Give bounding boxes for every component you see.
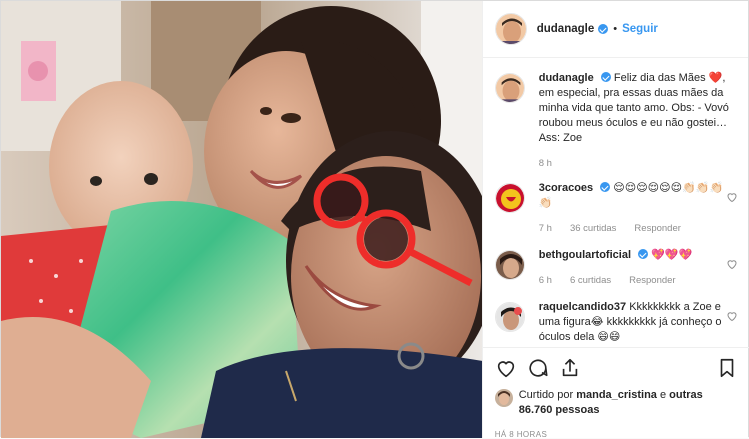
comment-item: raquelcandido37 Kkkkkkkkk a Zoe e uma fi… bbox=[494, 300, 738, 345]
separator-dot: • bbox=[613, 23, 618, 35]
action-icons bbox=[483, 348, 749, 388]
caption-username[interactable]: dudanagle bbox=[539, 72, 594, 84]
author-avatar[interactable] bbox=[494, 13, 527, 45]
commenter-avatar[interactable] bbox=[494, 183, 525, 213]
comment-likes[interactable]: 36 curtidas bbox=[570, 221, 616, 236]
heart-emoji: ❤️ bbox=[708, 72, 723, 84]
author-avatar[interactable] bbox=[494, 73, 525, 103]
heart-icon[interactable] bbox=[726, 191, 738, 203]
author-username[interactable]: dudanagle bbox=[537, 23, 595, 35]
heart-icon[interactable] bbox=[495, 357, 517, 379]
share-icon[interactable] bbox=[559, 357, 581, 379]
verified-badge-icon bbox=[638, 249, 649, 259]
bookmark-icon[interactable] bbox=[716, 357, 738, 379]
comment-time: 7 h bbox=[538, 223, 552, 234]
commenter-avatar[interactable] bbox=[494, 250, 525, 280]
post-sidebar: dudanagle • Seguir dudanagle Feliz dia d… bbox=[481, 1, 749, 439]
comment-item: bethgoulartoficial 💖💖💖 6 h 6 curtidas Re… bbox=[494, 248, 738, 288]
post-actions: Curtido por manda_cristina e outras 86.7… bbox=[482, 347, 749, 439]
comments-list[interactable]: dudanagle Feliz dia das Mães ❤️, em espe… bbox=[483, 59, 749, 347]
caption-time: 8 h bbox=[538, 158, 552, 169]
comment-username[interactable]: bethgoulartoficial bbox=[539, 249, 631, 261]
comment-username[interactable]: raquelcandido37 bbox=[539, 301, 626, 313]
likes-summary: Curtido por manda_cristina e outras 86.7… bbox=[483, 388, 749, 418]
heart-icon[interactable] bbox=[726, 258, 738, 270]
follow-button[interactable]: Seguir bbox=[622, 23, 658, 35]
likes-suffix: e bbox=[659, 389, 667, 401]
comment-icon[interactable] bbox=[527, 357, 549, 379]
comment-username[interactable]: 3coracoes bbox=[539, 182, 593, 194]
reply-button[interactable]: Responder bbox=[629, 273, 675, 288]
verified-badge-icon bbox=[600, 72, 611, 82]
comment-text: 💖💖💖 bbox=[651, 249, 693, 261]
caption: dudanagle Feliz dia das Mães ❤️, em espe… bbox=[494, 71, 738, 171]
post-photo[interactable] bbox=[1, 1, 482, 438]
liker-username[interactable]: manda_cristina bbox=[576, 389, 657, 401]
comment-time: 6 h bbox=[538, 275, 552, 286]
caption-text: Feliz dia das Mães bbox=[613, 72, 706, 84]
liker-avatar[interactable] bbox=[494, 389, 513, 407]
heart-icon[interactable] bbox=[726, 310, 738, 322]
post-timestamp[interactable]: HÁ 8 HORAS bbox=[483, 418, 749, 439]
instagram-post: dudanagle • Seguir dudanagle Feliz dia d… bbox=[0, 0, 749, 439]
comment-item: 3coracoes 😌😌😌😌😌😌👏🏻👏🏻👏🏻👏🏻 7 h 36 curtidas… bbox=[494, 181, 738, 236]
verified-badge-icon bbox=[598, 24, 609, 34]
verified-badge-icon bbox=[600, 182, 611, 192]
comment-likes[interactable]: 6 curtidas bbox=[570, 273, 611, 288]
post-header: dudanagle • Seguir bbox=[482, 1, 748, 58]
likes-prefix: Curtido por bbox=[518, 389, 574, 401]
commenter-avatar[interactable] bbox=[494, 302, 525, 332]
reply-button[interactable]: Responder bbox=[634, 221, 680, 236]
